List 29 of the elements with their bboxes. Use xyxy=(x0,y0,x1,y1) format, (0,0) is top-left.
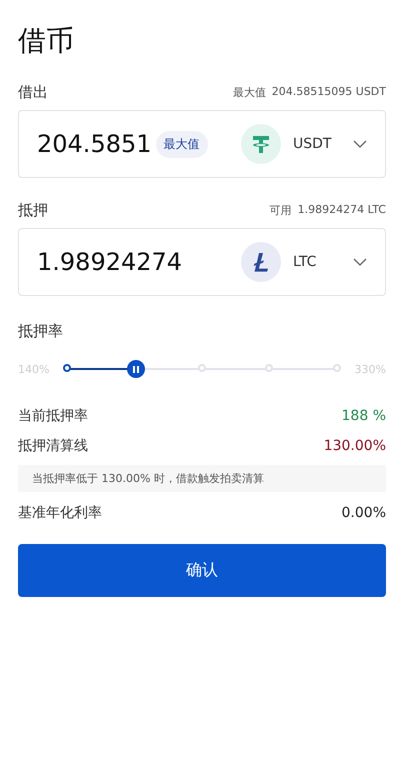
hint-value: 204.58515095 USDT xyxy=(272,84,386,100)
coin-name[interactable]: LTC xyxy=(293,254,341,270)
coin-name[interactable]: USDT xyxy=(293,136,341,152)
hint-label: 最大值 xyxy=(232,84,266,100)
amount-field[interactable]: 1.98924274 LTC xyxy=(18,228,386,296)
page-title: 借币 xyxy=(18,23,75,59)
confirm-button[interactable]: 确认 xyxy=(18,544,386,597)
hint-label: 可用 xyxy=(270,202,292,218)
info-label: 当前抵押率 xyxy=(18,407,88,425)
slider-stop-icon[interactable] xyxy=(63,364,72,372)
info-value: 188 % xyxy=(342,408,386,424)
hint-value: 1.98924274 LTC xyxy=(298,202,386,218)
info-value: 0.00% xyxy=(342,505,386,521)
chevron-down-icon[interactable] xyxy=(353,258,367,266)
tether-coin-icon xyxy=(241,124,281,164)
field-label: 借出 xyxy=(18,82,48,102)
section-label: 抵押率 xyxy=(18,322,64,341)
liquidation-notice: 当抵押率低于 130.00% 时，借款触发拍卖清算 xyxy=(18,465,386,492)
slider-thumb[interactable] xyxy=(127,360,146,378)
chevron-down-icon[interactable] xyxy=(353,140,367,148)
info-label: 基准年化利率 xyxy=(18,504,102,522)
max-button[interactable]: 最大值 xyxy=(156,130,208,158)
amount-value: 1.98924274 xyxy=(37,248,182,276)
info-label: 抵押清算线 xyxy=(18,437,88,455)
field-label: 抵押 xyxy=(18,200,48,220)
amount-value: 204.5851 xyxy=(37,130,152,158)
amount-field[interactable]: 204.5851 最大值 USDT xyxy=(18,110,386,178)
info-value: 130.00% xyxy=(324,438,386,454)
litecoin-icon xyxy=(241,242,281,282)
